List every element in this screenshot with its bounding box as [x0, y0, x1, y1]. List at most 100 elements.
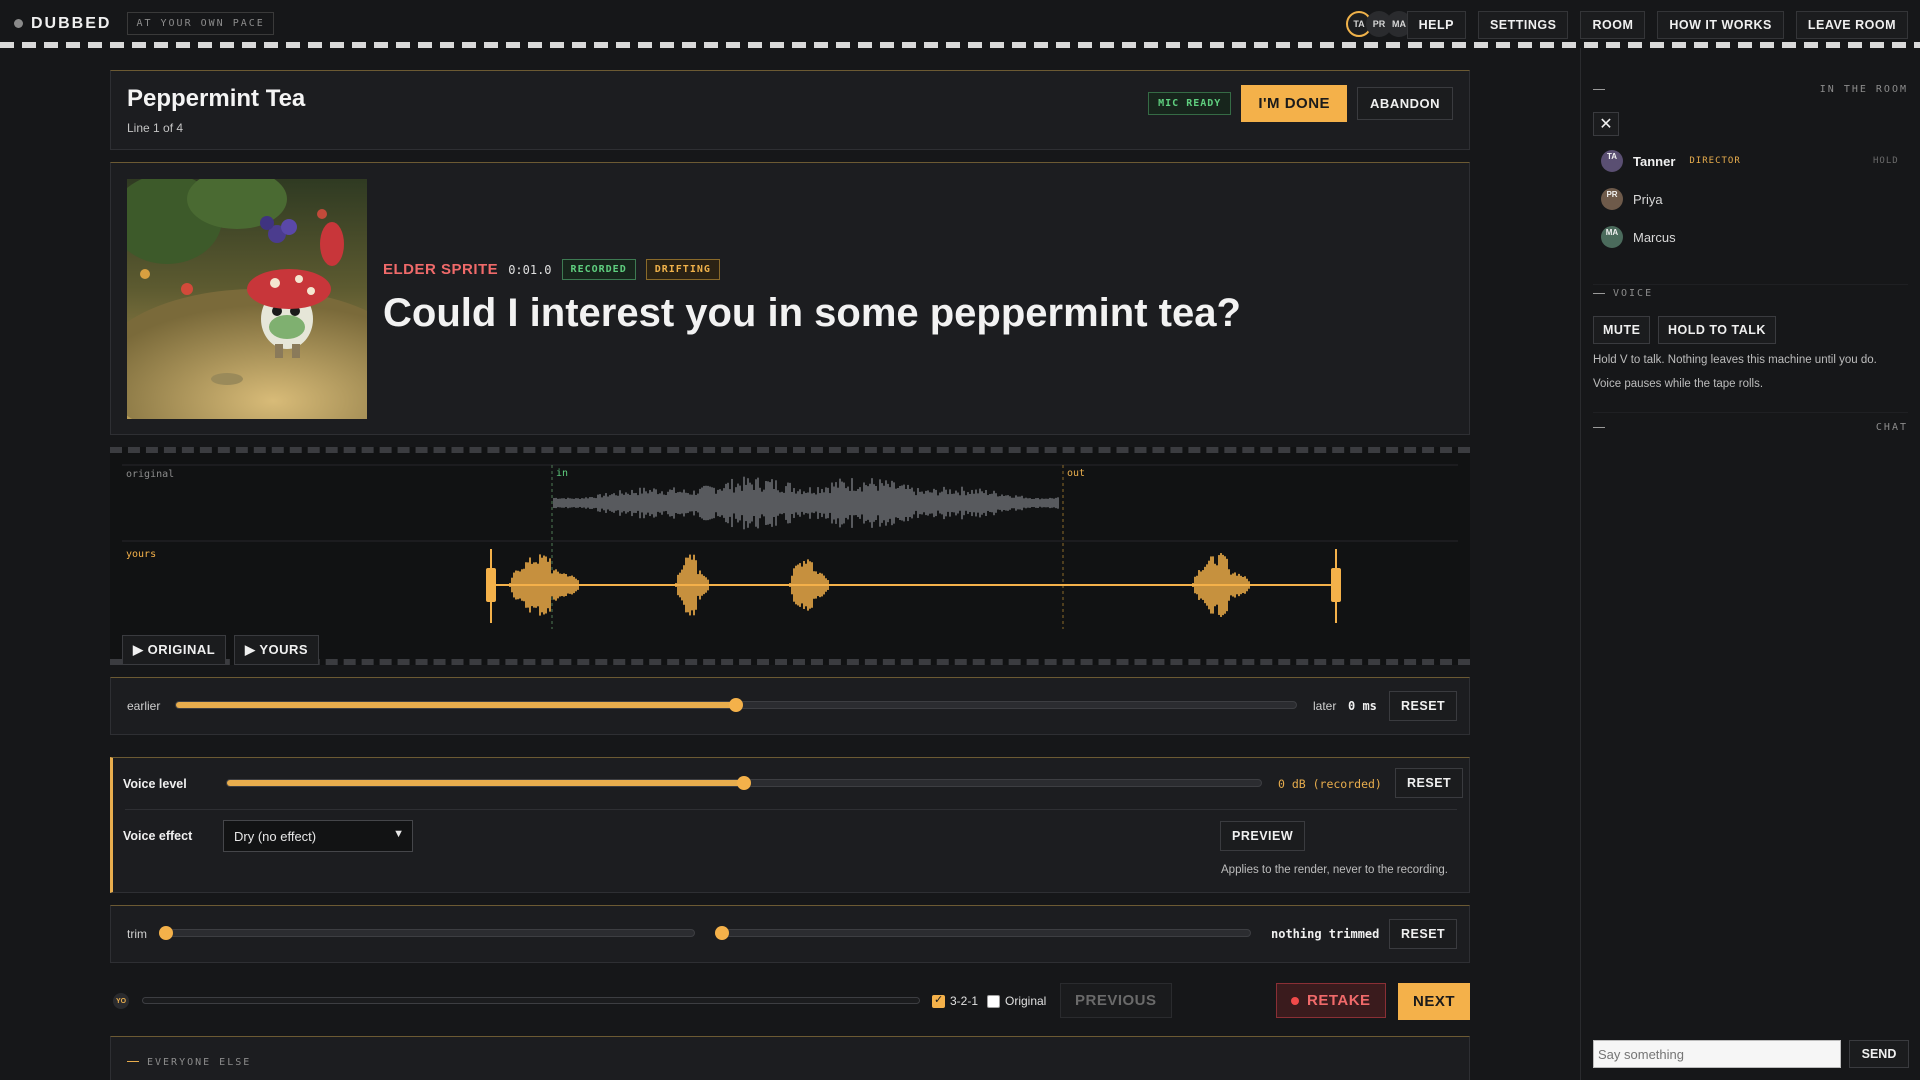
- everyone-else-heading: EVERYONE ELSE: [127, 1053, 251, 1068]
- member-name: Marcus: [1633, 229, 1676, 245]
- scene-title: Peppermint Tea: [127, 85, 306, 112]
- countdown-label: 3-2-1: [950, 994, 979, 1008]
- voice-effect-label: Voice effect: [123, 829, 193, 843]
- room-button[interactable]: ROOM: [1580, 11, 1646, 39]
- in-marker-label: in: [556, 468, 569, 479]
- yours-track-label: yours: [126, 549, 157, 560]
- later-label: later: [1313, 699, 1337, 713]
- voice-level-label: Voice level: [123, 777, 187, 791]
- timing-nudge-panel: earlier later 0 ms RESET: [110, 677, 1470, 735]
- trim-end-slider[interactable]: [715, 926, 1251, 940]
- top-nav: HELP SETTINGS ROOM HOW IT WORKS LEAVE RO…: [1406, 11, 1908, 39]
- dash-icon: [1593, 427, 1605, 428]
- next-button[interactable]: NEXT: [1398, 983, 1471, 1020]
- voice-level-value: 0 dB (recorded): [1278, 777, 1382, 791]
- main-panel: Peppermint Tea Line 1 of 4 MIC READY I'M…: [110, 70, 1470, 963]
- scene-thumbnail: [127, 179, 367, 419]
- member-row: PR Priya: [1601, 188, 1663, 210]
- chevron-down-icon: ▼: [393, 828, 404, 840]
- hold-to-talk-button[interactable]: HOLD TO TALK: [1658, 316, 1776, 344]
- help-button[interactable]: HELP: [1406, 11, 1466, 39]
- room-sidebar: IN THE ROOM ✕ TA Tanner DIRECTOR HOLD PR…: [1580, 48, 1920, 1080]
- in-the-room-label: IN THE ROOM: [1819, 84, 1908, 95]
- line-card: ELDER SPRITE 0:01.0 RECORDED DRIFTING Co…: [110, 162, 1470, 435]
- trim-start-slider[interactable]: [159, 926, 695, 940]
- divider: [1593, 412, 1908, 413]
- line-text: Could I interest you in some peppermint …: [383, 291, 1241, 335]
- retake-label: RETAKE: [1307, 992, 1371, 1009]
- avatar: MA: [1601, 226, 1623, 248]
- nudge-reset-button[interactable]: RESET: [1389, 691, 1458, 721]
- voice-effect-select[interactable]: Dry (no effect) ▼: [223, 820, 413, 852]
- voice-heading: VOICE: [1593, 288, 1908, 299]
- preview-button[interactable]: PREVIEW: [1220, 821, 1306, 851]
- voice-hint: Voice pauses while the tape rolls.: [1593, 378, 1764, 390]
- play-original-button[interactable]: ▶ ORIGINAL: [122, 635, 227, 665]
- mic-status-badge: MIC READY: [1148, 92, 1232, 115]
- timecode: 0:01.0: [508, 262, 552, 277]
- close-icon[interactable]: ✕: [1593, 112, 1619, 136]
- settings-button[interactable]: SETTINGS: [1477, 11, 1569, 39]
- checkbox-unchecked-icon[interactable]: [987, 994, 1000, 1008]
- earlier-label: earlier: [127, 699, 161, 713]
- timing-nudge-thumb[interactable]: [729, 698, 743, 712]
- countdown-checkbox[interactable]: 3-2-1: [932, 993, 979, 1008]
- trim-reset-button[interactable]: RESET: [1389, 919, 1458, 949]
- record-dot-icon: [1291, 996, 1299, 1005]
- play-yours-button[interactable]: ▶ YOURS: [234, 635, 320, 665]
- divider: [1593, 284, 1908, 285]
- voice-effect-note: Applies to the render, never to the reco…: [1221, 864, 1448, 876]
- divider: [125, 809, 1457, 810]
- im-done-button[interactable]: I'M DONE: [1241, 85, 1348, 122]
- waveform-panel[interactable]: original yours in out ▶ ORIGINAL ▶ YOURS: [110, 447, 1470, 665]
- leave-room-button[interactable]: LEAVE ROOM: [1795, 11, 1908, 39]
- send-button[interactable]: SEND: [1849, 1040, 1909, 1068]
- voice-section-label: VOICE: [1613, 288, 1654, 299]
- brand-name: DUBBED: [31, 14, 112, 32]
- member-status: HOLD: [1873, 156, 1899, 166]
- timing-nudge-slider[interactable]: [175, 698, 1297, 712]
- voice-level-thumb[interactable]: [737, 776, 751, 790]
- mode-badge: AT YOUR OWN PACE: [127, 12, 274, 35]
- room-heading: IN THE ROOM: [1593, 84, 1908, 95]
- voice-level-reset-button[interactable]: RESET: [1395, 768, 1464, 798]
- chat-heading: CHAT: [1593, 422, 1908, 433]
- dash-icon: [127, 1061, 139, 1063]
- drifting-badge: DRIFTING: [645, 259, 720, 280]
- original-waveform: [553, 476, 1059, 530]
- original-label: Original: [1005, 994, 1047, 1008]
- self-avatar: YO: [113, 993, 129, 1009]
- how-it-works-button[interactable]: HOW IT WORKS: [1657, 11, 1784, 39]
- take-progress-bar: [142, 997, 920, 1004]
- previous-button[interactable]: PREVIOUS: [1060, 983, 1172, 1018]
- waveform-canvas[interactable]: [110, 453, 1470, 659]
- trim-end-thumb[interactable]: [715, 926, 729, 940]
- original-track-label: original: [126, 469, 175, 480]
- brand: DUBBED AT YOUR OWN PACE: [14, 12, 274, 35]
- member-role: DIRECTOR: [1689, 156, 1741, 166]
- chat-input[interactable]: [1593, 1040, 1841, 1068]
- voice-hint: Hold V to talk. Nothing leaves this mach…: [1593, 354, 1877, 366]
- dash-icon: [1593, 89, 1605, 90]
- original-checkbox[interactable]: Original: [987, 994, 1046, 1008]
- header-actions: MIC READY I'M DONE ABANDON: [1148, 85, 1453, 122]
- member-row: TA Tanner DIRECTOR: [1601, 150, 1741, 172]
- voice-level-slider[interactable]: [226, 776, 1262, 790]
- line-counter: Line 1 of 4: [127, 121, 184, 135]
- voice-effect-selected: Dry (no effect): [234, 829, 317, 844]
- member-row: MA Marcus: [1601, 226, 1676, 248]
- top-bar: DUBBED AT YOUR OWN PACE TA PR MA HELP SE…: [0, 0, 1920, 48]
- trim-panel: trim nothing trimmed RESET: [110, 905, 1470, 963]
- chat-label: CHAT: [1875, 422, 1908, 433]
- mute-button[interactable]: MUTE: [1593, 316, 1651, 344]
- recording-controls: YO 3-2-1 Original PREVIOUS RETAKE NEXT: [110, 980, 1471, 1020]
- abandon-button[interactable]: ABANDON: [1357, 87, 1453, 120]
- checkbox-checked-icon[interactable]: [932, 993, 945, 1008]
- status-dot-icon: [14, 19, 23, 28]
- scene-header: Peppermint Tea Line 1 of 4 MIC READY I'M…: [110, 70, 1470, 150]
- retake-button[interactable]: RETAKE: [1276, 983, 1386, 1018]
- member-name: Tanner: [1633, 153, 1676, 169]
- mushroom-character-image: [127, 179, 367, 419]
- trim-start-thumb[interactable]: [159, 926, 173, 940]
- presence-avatars: TA PR MA: [1346, 11, 1412, 37]
